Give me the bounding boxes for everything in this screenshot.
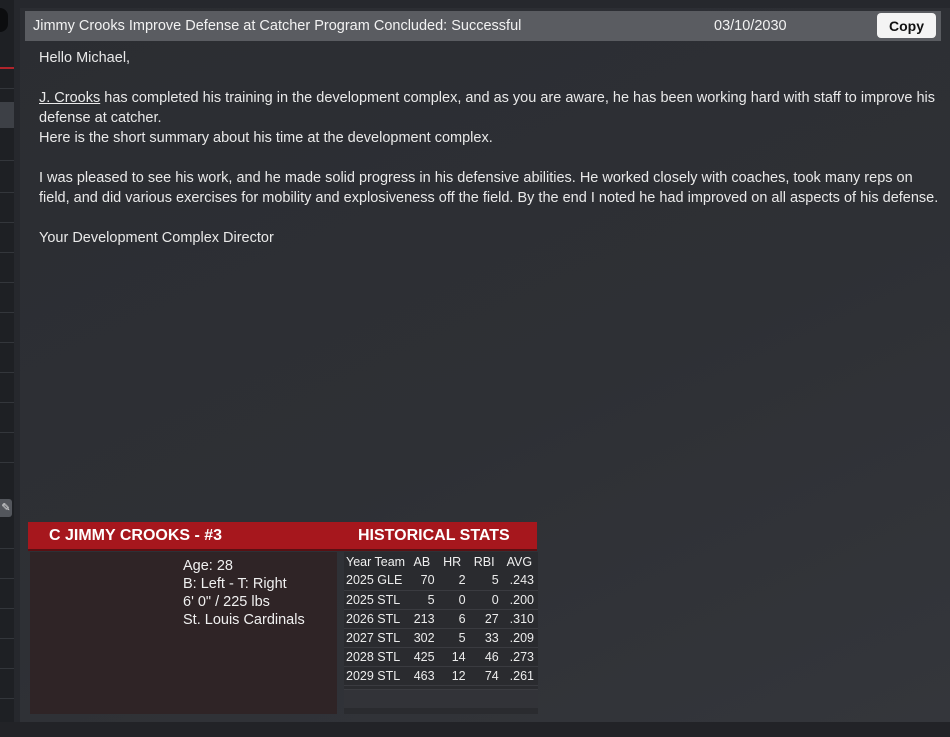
player-bio: Age: 28 B: Left - T: Right 6' 0" / 225 l… <box>183 557 305 629</box>
cell-ab: 425 <box>413 649 435 664</box>
paragraph-1-text: has completed his training in the develo… <box>39 90 936 126</box>
cell-year-team: 2025 STL <box>346 592 401 607</box>
cell-avg: .261 <box>509 668 534 683</box>
paragraph-2: I was pleased to see his work, and he ma… <box>39 170 939 206</box>
cell-rbi: 5 <box>491 573 499 588</box>
player-height-weight: 6' 0" / 225 lbs <box>183 594 270 610</box>
col-year-team: Year Team <box>346 554 406 569</box>
sidebar-divider <box>0 192 14 193</box>
sidebar-divider <box>0 608 14 609</box>
player-team: St. Louis Cardinals <box>183 612 305 628</box>
col-hr: HR <box>443 554 462 569</box>
sidebar-divider <box>0 372 14 373</box>
sidebar-divider <box>0 312 14 313</box>
cell-rbi: 0 <box>491 592 499 607</box>
paragraph-1-line-2: Here is the short summary about his time… <box>39 130 493 146</box>
cell-year-team: 2026 STL <box>346 611 401 626</box>
sidebar-divider <box>0 698 14 699</box>
message-date: 03/10/2030 <box>714 18 787 34</box>
copy-button[interactable]: Copy <box>877 13 936 38</box>
player-bats-throws: B: Left - T: Right <box>183 576 287 592</box>
message-subject: Jimmy Crooks Improve Defense at Catcher … <box>33 18 522 34</box>
player-age: Age: 28 <box>183 558 233 574</box>
sidebar-divider <box>0 342 14 343</box>
col-ab: AB <box>413 554 431 569</box>
sidebar-divider <box>0 402 14 403</box>
sidebar-divider <box>0 432 14 433</box>
cell-avg: .273 <box>509 649 534 664</box>
cell-year-team: 2028 STL <box>346 649 401 664</box>
cell-hr: 0 <box>458 592 466 607</box>
table-row: 2028 STL 425 14 46 .273 <box>344 647 538 666</box>
cell-avg: .200 <box>509 592 534 607</box>
cell-hr: 5 <box>458 630 466 645</box>
table-row: 2026 STL 213 6 27 .310 <box>344 609 538 628</box>
cell-rbi: 33 <box>484 630 499 645</box>
paragraph-1: J. Crooks has completed his training in … <box>39 88 939 128</box>
player-link[interactable]: J. Crooks <box>39 90 100 106</box>
cell-rbi: 27 <box>484 611 499 626</box>
cell-year-team: 2027 STL <box>346 630 401 645</box>
cell-avg: .243 <box>509 573 534 588</box>
table-row: 2025 GLE 70 2 5 .243 <box>344 571 538 590</box>
col-rbi: RBI <box>473 554 495 569</box>
sidebar-divider <box>0 668 14 669</box>
historical-stats-title: HISTORICAL STATS <box>358 527 510 544</box>
cell-avg: .209 <box>509 630 534 645</box>
sidebar-divider <box>0 462 14 463</box>
player-card-title[interactable]: C JIMMY CROOKS - #3 <box>49 522 222 549</box>
cell-ab: 5 <box>427 592 435 607</box>
table-row: 2025 STL 5 0 0 .200 <box>344 590 538 609</box>
cell-hr: 2 <box>458 573 466 588</box>
table-row: 2029 STL 463 12 74 .261 <box>344 666 538 685</box>
sidebar-divider <box>0 578 14 579</box>
pencil-icon[interactable]: ✎ <box>0 499 12 517</box>
bottom-bar <box>0 722 950 737</box>
sidebar-accent-line <box>0 67 14 69</box>
historical-stats-table: Year Team AB HR RBI AVG 2025 GLE 70 2 5 … <box>344 552 538 714</box>
cell-hr: 14 <box>451 649 466 664</box>
greeting: Hello Michael, <box>39 50 131 66</box>
table-row: 2027 STL 302 5 33 .209 <box>344 628 538 647</box>
cell-ab: 302 <box>413 630 435 645</box>
cell-ab: 70 <box>420 573 435 588</box>
sidebar-divider <box>0 160 14 161</box>
stats-total-row <box>344 689 538 708</box>
player-card-header: C JIMMY CROOKS - #3 HISTORICAL STATS <box>28 522 537 549</box>
cell-rbi: 46 <box>484 649 499 664</box>
cell-year-team: 2025 GLE <box>346 573 403 588</box>
sidebar-item-selected[interactable] <box>0 102 14 128</box>
sidebar-edge: ✎ <box>0 0 14 737</box>
col-avg: AVG <box>506 554 533 569</box>
cell-avg: .310 <box>509 611 534 626</box>
sidebar-divider <box>0 252 14 253</box>
stats-header-row: Year Team AB HR RBI AVG <box>344 552 538 571</box>
message-header: Jimmy Crooks Improve Defense at Catcher … <box>25 11 941 41</box>
sidebar-divider <box>0 88 14 89</box>
cell-hr: 6 <box>458 611 466 626</box>
sidebar-divider <box>0 282 14 283</box>
sidebar-divider <box>0 548 14 549</box>
cell-hr: 12 <box>451 668 466 683</box>
signature: Your Development Complex Director <box>39 230 274 246</box>
cell-ab: 463 <box>413 668 435 683</box>
sidebar-divider <box>0 638 14 639</box>
cell-rbi: 74 <box>484 668 499 683</box>
search-pill[interactable] <box>0 8 8 32</box>
message-body: Hello Michael, J. Crooks has completed h… <box>39 48 939 248</box>
cell-ab: 213 <box>413 611 435 626</box>
cell-year-team: 2029 STL <box>346 668 401 683</box>
sidebar-divider <box>0 222 14 223</box>
